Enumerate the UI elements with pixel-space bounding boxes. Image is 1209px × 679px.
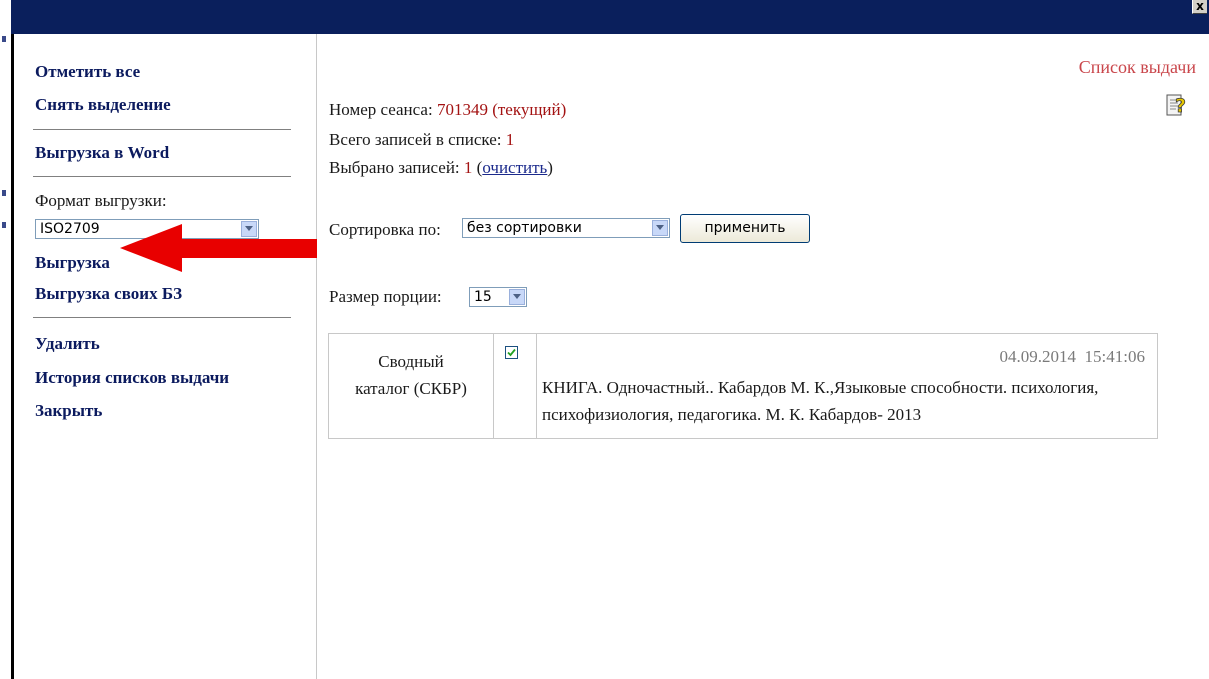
export-word-link[interactable]: Выгрузка в Word (35, 143, 169, 163)
catalog-cell: Сводный каталог (СКБР) (329, 334, 494, 438)
sort-select[interactable]: без сортировки (462, 218, 670, 238)
session-line: Номер сеанса: 701349 (текущий) (329, 100, 566, 120)
clear-link[interactable]: очистить (482, 158, 547, 177)
red-arrow-icon (120, 224, 318, 272)
close-link[interactable]: Закрыть (35, 401, 102, 421)
svg-text:?: ? (1175, 95, 1186, 117)
record-timestamp: 04.09.2014 15:41:06 (999, 347, 1145, 366)
deselect-link[interactable]: Снять выделение (35, 95, 171, 115)
close-icon: x (1196, 0, 1204, 13)
window-titlebar: x (11, 0, 1209, 34)
chevron-down-icon (652, 220, 668, 236)
history-link[interactable]: История списков выдачи (35, 368, 229, 388)
sidebar-divider (33, 176, 291, 177)
close-window-button[interactable]: x (1192, 0, 1207, 14)
chevron-down-icon (509, 289, 525, 305)
format-label: Формат выгрузки: (35, 191, 167, 210)
selected-value: 1 (463, 158, 473, 177)
total-line: Всего записей в списке: 1 (329, 130, 514, 150)
export-link[interactable]: Выгрузка (35, 253, 110, 273)
sidebar: Отметить все Снять выделение Выгрузка в … (14, 34, 317, 679)
main-panel: Список выдачи ? Номер сеанса: 701349 (те… (317, 34, 1209, 679)
export-own-link[interactable]: Выгрузка своих БЗ (35, 284, 182, 304)
edge-tick (2, 190, 6, 196)
selected-line: Выбрано записей: 1 (очистить) (329, 158, 553, 177)
total-label: Всего записей в списке: (329, 130, 502, 149)
total-value: 1 (505, 130, 515, 149)
sidebar-divider (33, 129, 291, 130)
results-table: Сводный каталог (СКБР) 04.09.2014 15:41:… (328, 333, 1158, 439)
edge-tick (2, 222, 6, 228)
sort-select-value: без сортировки (467, 220, 582, 236)
sort-label: Сортировка по: (329, 220, 441, 239)
checkbox-cell (494, 334, 537, 438)
sidebar-divider (33, 317, 291, 318)
help-icon[interactable]: ? (1166, 92, 1188, 118)
edge-tick (2, 36, 6, 42)
left-edge-strip (0, 0, 11, 679)
page-title: Список выдачи (1078, 57, 1196, 77)
portion-label: Размер порции: (329, 287, 442, 306)
session-value: 701349 (текущий) (436, 100, 567, 119)
delete-link[interactable]: Удалить (35, 334, 100, 354)
portion-select[interactable]: 15 (469, 287, 527, 307)
record-description[interactable]: КНИГА. Одночастный.. Кабардов М. К.,Язык… (542, 374, 1142, 428)
selected-label: Выбрано записей: (329, 158, 460, 177)
apply-button[interactable]: применить (680, 214, 810, 243)
portion-select-value: 15 (474, 289, 492, 305)
select-all-link[interactable]: Отметить все (35, 62, 140, 82)
record-checkbox[interactable] (505, 346, 518, 359)
session-label: Номер сеанса: (329, 100, 433, 119)
catalog-name: Сводный каталог (СКБР) (355, 352, 467, 398)
checkmark-icon (507, 348, 516, 357)
format-select-value: ISO2709 (40, 221, 100, 237)
